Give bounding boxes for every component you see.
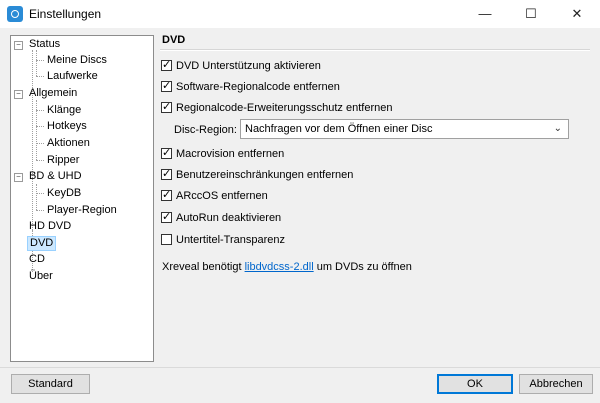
minimize-button[interactable]: — xyxy=(462,0,508,28)
option-label: AutoRun deaktivieren xyxy=(176,212,282,224)
close-button[interactable]: ✕ xyxy=(554,0,600,28)
tree-connector xyxy=(36,60,44,61)
section-divider xyxy=(160,49,590,51)
tree-connector xyxy=(36,126,44,127)
option-label: DVD Unterstützung aktivieren xyxy=(176,60,321,72)
check-icon: ✓ xyxy=(162,100,172,113)
note-text: um DVDs zu öffnen xyxy=(313,261,412,273)
app-icon xyxy=(7,6,23,22)
collapse-icon[interactable]: − xyxy=(14,90,23,99)
checkbox[interactable]: ✓ xyxy=(161,188,172,201)
checkbox[interactable]: ✓ xyxy=(161,58,172,71)
disc-region-select[interactable]: Nachfragen vor dem Öffnen einer Disc ⌄ xyxy=(240,119,569,139)
tree-item-laufwerke[interactable]: Laufwerke xyxy=(45,69,100,84)
option-label: Macrovision entfernen xyxy=(176,148,285,160)
tree-item-dvd[interactable]: DVD xyxy=(27,236,57,251)
checkbox[interactable]: ✓ xyxy=(161,100,172,113)
option-label: ARccOS entfernen xyxy=(176,190,268,202)
tree-item-klaenge[interactable]: Klänge xyxy=(45,103,83,118)
libdvdcss-link[interactable]: libdvdcss-2.dll xyxy=(245,261,314,273)
tree-connector xyxy=(36,193,44,194)
tree-item-hotkeys[interactable]: Hotkeys xyxy=(45,119,89,134)
tree-connector xyxy=(36,50,37,76)
check-icon: ✓ xyxy=(162,79,172,92)
tree-item-hd-dvd[interactable]: HD DVD xyxy=(27,219,73,234)
cancel-button[interactable]: Abbrechen xyxy=(519,374,593,394)
check-icon: ✓ xyxy=(162,188,172,201)
collapse-icon[interactable]: − xyxy=(14,41,23,50)
disc-region-value: Nachfragen vor dem Öffnen einer Disc xyxy=(245,123,433,135)
window-title: Einstellungen xyxy=(29,7,102,21)
settings-tree[interactable]: − Status Meine Discs Laufwerke − Allgeme… xyxy=(10,35,154,362)
tree-connector xyxy=(36,210,44,211)
check-icon: ✓ xyxy=(162,146,172,159)
tree-item-aktionen[interactable]: Aktionen xyxy=(45,136,92,151)
checkbox[interactable]: ✓ xyxy=(161,146,172,159)
maximize-button[interactable]: ☐ xyxy=(508,0,554,28)
tree-connector xyxy=(36,110,44,111)
disc-region-label: Disc-Region: xyxy=(174,124,237,136)
chevron-down-icon: ⌄ xyxy=(553,123,562,134)
checkbox[interactable]: ✓ xyxy=(161,167,172,180)
checkbox[interactable]: ✓ xyxy=(161,210,172,223)
tree-item-keydb[interactable]: KeyDB xyxy=(45,186,83,201)
check-icon: ✓ xyxy=(162,58,172,71)
ok-button[interactable]: OK xyxy=(437,374,513,394)
tree-connector xyxy=(36,184,37,210)
check-icon: ✓ xyxy=(162,167,172,180)
tree-item-player-region[interactable]: Player-Region xyxy=(45,203,119,218)
tree-connector xyxy=(36,100,37,160)
section-title: DVD xyxy=(162,34,186,46)
option-label: Regionalcode-Erweiterungsschutz entferne… xyxy=(176,102,393,114)
option-label: Untertitel-Transparenz xyxy=(176,234,286,246)
tree-item-cd[interactable]: CD xyxy=(27,252,47,267)
tree-item-status[interactable]: Status xyxy=(27,37,62,52)
tree-item-bd-uhd[interactable]: BD & UHD xyxy=(27,169,84,184)
tree-connector xyxy=(36,76,44,77)
title-bar: Einstellungen — ☐ ✕ xyxy=(0,0,600,28)
collapse-icon[interactable]: − xyxy=(14,173,23,182)
note-text: Xreveal benötigt xyxy=(162,261,245,273)
footer-divider xyxy=(0,367,600,368)
libdvdcss-note: Xreveal benötigt libdvdcss-2.dll um DVDs… xyxy=(162,261,412,273)
tree-connector xyxy=(36,143,44,144)
checkbox[interactable]: ✓ xyxy=(161,79,172,92)
tree-item-ueber[interactable]: Über xyxy=(27,269,55,284)
tree-item-allgemein[interactable]: Allgemein xyxy=(27,86,79,101)
tree-connector xyxy=(32,50,33,230)
checkbox[interactable] xyxy=(161,234,172,245)
tree-item-meine-discs[interactable]: Meine Discs xyxy=(45,53,109,68)
option-label: Benutzereinschränkungen entfernen xyxy=(176,169,354,181)
standard-button[interactable]: Standard xyxy=(11,374,90,394)
check-icon: ✓ xyxy=(162,210,172,223)
tree-item-ripper[interactable]: Ripper xyxy=(45,153,81,168)
tree-connector xyxy=(36,160,44,161)
option-label: Software-Regionalcode entfernen xyxy=(176,81,340,93)
